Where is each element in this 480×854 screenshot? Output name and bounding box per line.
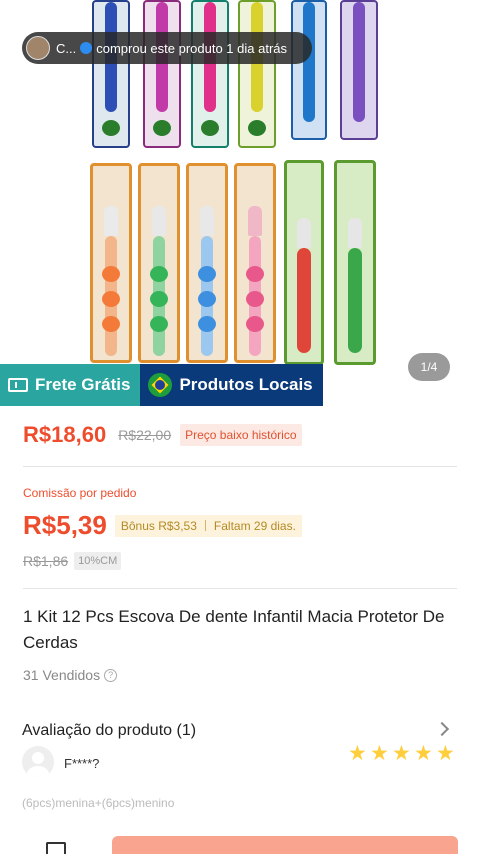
toothbrush-pack-image <box>291 0 327 140</box>
toothbrush-pack-image <box>138 163 180 363</box>
commission-old-amount: R$1,86 <box>23 553 69 569</box>
commission-amount: R$5,39 <box>23 510 107 540</box>
bonus-remaining: Faltam 29 dias. <box>213 518 296 533</box>
star-icon: ★ <box>414 742 433 765</box>
toothbrush-pack-image <box>334 160 376 365</box>
shipping-badges: Frete Grátis Produtos Locais <box>0 364 323 406</box>
original-price: R$22,00 <box>118 427 172 443</box>
product-page: C... comprou este produto 1 dia atrás 1/… <box>0 0 480 854</box>
blue-dot-icon <box>80 42 93 54</box>
free-shipping-label: Frete Grátis <box>35 375 131 394</box>
commission-rate-tag: 10%CM <box>74 552 122 570</box>
toothbrush-pack-image <box>92 0 130 148</box>
commission-rate-row: R$1,86 10%CM <box>23 552 122 570</box>
separator <box>204 520 206 531</box>
sold-count: 31 Vendidos <box>23 667 101 683</box>
notification-text: comprou este produto 1 dia atrás <box>96 40 288 56</box>
local-products-badge: Produtos Locais <box>140 364 323 406</box>
image-counter: 1/4 <box>408 353 450 381</box>
rating-stars: ★ ★ ★ ★ ★ <box>346 742 456 765</box>
current-price: R$18,60 <box>23 422 107 447</box>
toothbrush-pack-image <box>186 163 228 363</box>
chevron-right-icon[interactable] <box>434 721 450 737</box>
brazil-flag-icon <box>148 373 173 397</box>
commission-label: Comissão por pedido <box>23 486 137 500</box>
toothbrush-pack-image <box>191 0 229 148</box>
divider <box>23 466 457 467</box>
toothbrush-pack-image <box>340 0 378 140</box>
review-variant: (6pcs)menina+(6pcs)menino <box>22 796 175 810</box>
info-icon[interactable]: ? <box>104 668 118 682</box>
price-row: R$18,60 R$22,00 Preço baixo histórico <box>23 422 302 448</box>
toothbrush-pack-image <box>90 163 132 363</box>
star-icon: ★ <box>392 742 411 765</box>
star-icon: ★ <box>348 742 367 765</box>
star-icon: ★ <box>436 742 455 765</box>
bonus-amount: Bônus R$3,53 <box>120 518 197 533</box>
shop-icon[interactable] <box>46 842 66 854</box>
buyer-name: C... <box>56 40 77 56</box>
bonus-tag: Bônus R$3,53 Faltam 29 dias. <box>114 514 302 537</box>
toothbrush-pack-image <box>143 0 181 148</box>
free-shipping-badge: Frete Grátis <box>0 364 141 406</box>
star-icon: ★ <box>370 742 389 765</box>
ticket-icon <box>8 378 28 392</box>
product-title: 1 Kit 12 Pcs Escova De dente Infantil Ma… <box>23 607 445 652</box>
review-section-title[interactable]: Avaliação do produto (1) <box>22 722 196 740</box>
action-button[interactable] <box>112 836 458 854</box>
reviewer-avatar <box>22 746 54 778</box>
product-image-gallery[interactable]: C... comprou este produto 1 dia atrás 1/… <box>0 0 480 395</box>
reviewer-name: F****? <box>64 756 100 771</box>
purchase-notification: C... comprou este produto 1 dia atrás <box>22 32 312 64</box>
toothbrush-pack-image <box>284 160 324 365</box>
sold-count-row[interactable]: 31 Vendidos ? <box>23 667 118 683</box>
lowest-price-tag: Preço baixo histórico <box>180 424 302 446</box>
commission-row: R$5,39 Bônus R$3,53 Faltam 29 dias. <box>23 510 302 541</box>
toothbrush-pack-image <box>238 0 276 148</box>
toothbrush-pack-image <box>234 163 276 363</box>
divider <box>23 588 457 589</box>
local-products-label: Produtos Locais <box>179 375 313 394</box>
buyer-avatar <box>26 36 50 60</box>
